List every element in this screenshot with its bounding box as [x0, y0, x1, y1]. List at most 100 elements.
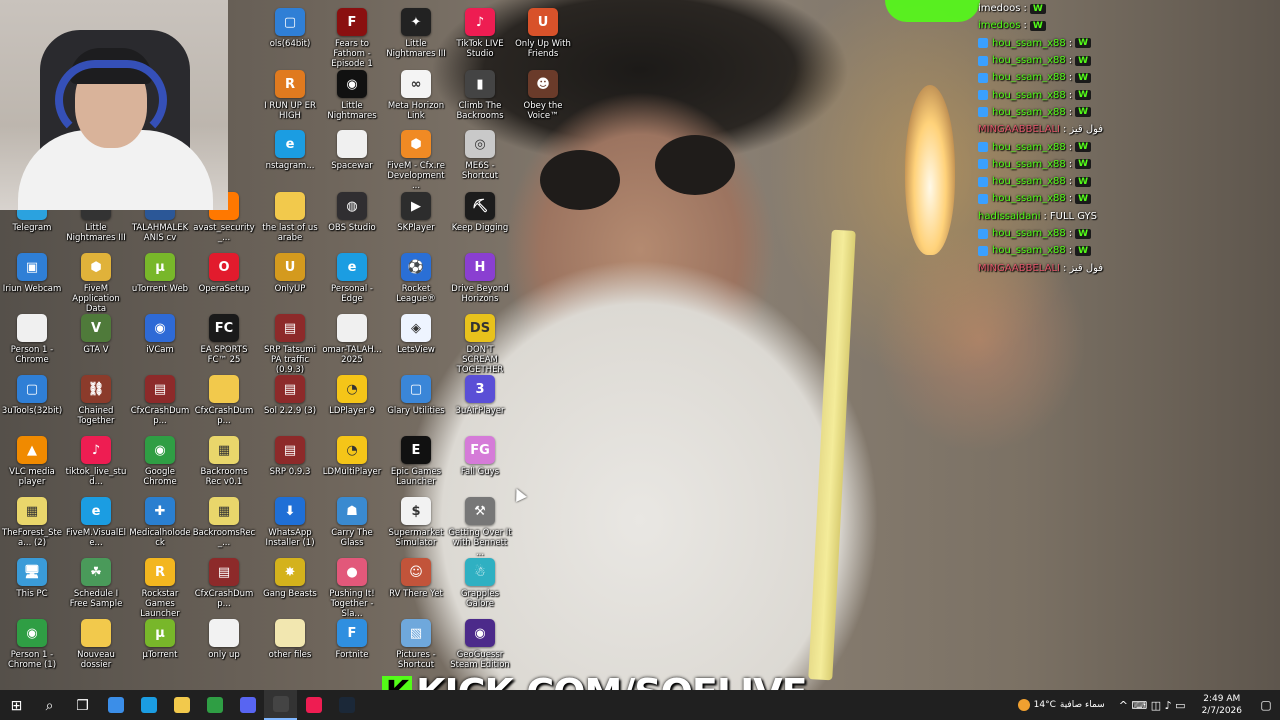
desktop-icon[interactable]: omar-TALAH... 2025 [320, 314, 384, 365]
desktop-icon[interactable]: ☘ Schedule I Free Sample [64, 558, 128, 609]
desktop-icon[interactable]: ◎ ME6S - Shortcut [448, 130, 512, 181]
tray-icons[interactable]: ^ ⌨ ◫ ♪ ▭ [1119, 699, 1186, 712]
desktop-icon[interactable]: ⛓ Chained Together [64, 375, 128, 426]
desktop-icon[interactable]: R Rockstar Games Launcher [128, 558, 192, 619]
task-view-button[interactable]: ❐ [66, 690, 99, 720]
desktop-icon[interactable]: e FiveM.VisualEle... [64, 497, 128, 548]
taskbar-app-button[interactable] [99, 690, 132, 720]
chat-username[interactable]: hadissaidani [978, 211, 1041, 222]
taskbar-app-button[interactable] [231, 690, 264, 720]
chat-username[interactable]: hou_ssam_x88 [992, 245, 1066, 256]
taskbar-app-button[interactable] [132, 690, 165, 720]
desktop-icon[interactable]: H Drive Beyond Horizons [448, 253, 512, 304]
chat-username[interactable]: hou_ssam_x88 [992, 55, 1066, 66]
search-button[interactable]: ⌕ [33, 690, 66, 720]
desktop-icon[interactable]: ◔ LDMultiPlayer [320, 436, 384, 477]
weather-widget[interactable]: 14°C سماء صافية [1017, 699, 1105, 711]
desktop-icon[interactable]: ▤ SRP 0.9.3 [258, 436, 322, 477]
desktop-icon[interactable]: $ Supermarket Simulator [384, 497, 448, 548]
desktop-icon[interactable]: Nouveau dossier [64, 619, 128, 670]
chat-username[interactable]: hou_ssam_x88 [992, 159, 1066, 170]
desktop-icon[interactable]: ⚽ Rocket League® [384, 253, 448, 304]
desktop-icon[interactable]: ● Pushing It! Together - Sla... [320, 558, 384, 619]
desktop-icon[interactable]: ⛏ Keep Digging [448, 192, 512, 233]
desktop-icon[interactable]: ⚒ Getting Over It with Bennett ... [448, 497, 512, 558]
desktop-icon[interactable]: DS DON'T SCREAM TOGETHER [448, 314, 512, 375]
desktop-icon[interactable]: ▤ Sol 2.2.9 (3) [258, 375, 322, 416]
taskbar-app-button[interactable] [165, 690, 198, 720]
desktop-icon[interactable]: Person 1 - Chrome [0, 314, 64, 365]
chat-username[interactable]: hou_ssam_x88 [992, 38, 1066, 49]
taskbar-app-button[interactable] [264, 690, 297, 720]
desktop-icon[interactable]: ▦ Backrooms Rec v0.1 [192, 436, 256, 487]
desktop-icon[interactable]: ⬢ FiveM Application Data [64, 253, 128, 314]
desktop-icon[interactable]: only up [192, 619, 256, 660]
chat-username[interactable]: imedoos [978, 3, 1020, 14]
desktop-icon[interactable]: F Fortnite [320, 619, 384, 660]
desktop-icon[interactable]: ▣ Iriun Webcam [0, 253, 64, 294]
desktop-icon[interactable]: 🖥 This PC [0, 558, 64, 599]
desktop-icon[interactable]: V GTA V [64, 314, 128, 355]
desktop-icon[interactable]: Spacewar [320, 130, 384, 171]
desktop-icon[interactable]: ✦ Little Nightmares III [384, 8, 448, 59]
chat-username[interactable]: hou_ssam_x88 [992, 142, 1066, 153]
chat-username[interactable]: MINGAABBELALI [978, 124, 1060, 135]
desktop-icon[interactable]: R I RUN UP ER HIGH [258, 70, 322, 121]
desktop-icon[interactable]: ▮ Climb The Backrooms [448, 70, 512, 121]
chat-username[interactable]: MINGAABBELALI [978, 263, 1060, 274]
chat-username[interactable]: hou_ssam_x88 [992, 193, 1066, 204]
desktop-icon[interactable]: ▤ CfxCrashDump... [192, 558, 256, 609]
desktop-icon[interactable]: the last of us arabe [258, 192, 322, 243]
desktop-icon[interactable]: ◈ LetsView [384, 314, 448, 355]
desktop-icon[interactable]: ◉ iVCam [128, 314, 192, 355]
chat-username[interactable]: imedoos [978, 20, 1020, 31]
taskbar-app-button[interactable] [198, 690, 231, 720]
desktop-icon[interactable]: other files [258, 619, 322, 660]
desktop-icon[interactable]: ▦ BackroomsRec_... [192, 497, 256, 548]
desktop-icon[interactable]: CfxCrashDump... [192, 375, 256, 426]
desktop-icon[interactable]: µ uTorrent Web [128, 253, 192, 294]
desktop-icon[interactable]: ✚ Medicalholodeck [128, 497, 192, 548]
chat-username[interactable]: hou_ssam_x88 [992, 176, 1066, 187]
desktop-icon[interactable]: O OperaSetup [192, 253, 256, 294]
desktop-icon[interactable]: 3 3uAirPlayer [448, 375, 512, 416]
desktop-icon[interactable]: ♪ TikTok LIVE Studio [448, 8, 512, 59]
desktop-icon[interactable]: ♪ tiktok_live_stud... [64, 436, 128, 487]
desktop-icon[interactable]: ∞ Meta Horizon Link [384, 70, 448, 121]
desktop-icon[interactable]: ▢ Glary Utilities [384, 375, 448, 416]
desktop-icon[interactable]: ▤ SRP Tatsumi PA traffic (0.9.3) [258, 314, 322, 375]
chat-username[interactable]: hou_ssam_x88 [992, 228, 1066, 239]
desktop-icon[interactable]: ▦ TheForest_Stea... (2) [0, 497, 64, 548]
notification-button[interactable]: ▢ [1252, 698, 1280, 712]
desktop-icon[interactable]: ☗ Carry The Glass [320, 497, 384, 548]
desktop-icon[interactable]: ▧ Pictures - Shortcut [384, 619, 448, 670]
desktop-icon[interactable]: ☺ RV There Yet [384, 558, 448, 599]
desktop-icon[interactable]: ▶ SKPlayer [384, 192, 448, 233]
chat-username[interactable]: hou_ssam_x88 [992, 90, 1066, 101]
chat-username[interactable]: hou_ssam_x88 [992, 107, 1066, 118]
desktop-icon[interactable]: ✸ Gang Beasts [258, 558, 322, 599]
desktop-icon[interactable]: ☻ Obey the Voice™ [511, 70, 575, 121]
desktop-icon[interactable]: U OnlyUP [258, 253, 322, 294]
desktop-icon[interactable]: ▲ VLC media player [0, 436, 64, 487]
desktop-icon[interactable]: ▤ CfxCrashDump... [128, 375, 192, 426]
desktop-icon[interactable]: ⬢ FiveM - Cfx.re Development ... [384, 130, 448, 191]
desktop-icon[interactable]: µ µTorrent [128, 619, 192, 660]
desktop-icon[interactable]: ▢ ols(64bit) [258, 8, 322, 49]
start-button[interactable]: ⊞ [0, 690, 33, 720]
desktop-icon[interactable]: ◍ OBS Studio [320, 192, 384, 233]
desktop-icon[interactable]: e nstagram... [258, 130, 322, 171]
desktop-icon[interactable]: U Only Up With Friends [511, 8, 575, 59]
desktop-icon[interactable]: ⬇ WhatsApp Installer (1) [258, 497, 322, 548]
taskbar-app-button[interactable] [297, 690, 330, 720]
taskbar-app-button[interactable] [330, 690, 363, 720]
desktop-icon[interactable]: FG Fall Guys [448, 436, 512, 477]
clock[interactable]: 2:49 AM 2/7/2026 [1202, 693, 1242, 717]
desktop-icon[interactable]: e Personal - Edge [320, 253, 384, 304]
desktop-icon[interactable]: ▢ 3uTools(32bit) [0, 375, 64, 416]
chat-username[interactable]: hou_ssam_x88 [992, 72, 1066, 83]
desktop-icon[interactable]: ◉ Google Chrome [128, 436, 192, 487]
desktop-icon[interactable]: ◔ LDPlayer 9 [320, 375, 384, 416]
desktop-icon[interactable]: F Fears to Fathom - Episode 1 [320, 8, 384, 69]
desktop-icon[interactable]: ◉ Little Nightmares [320, 70, 384, 121]
